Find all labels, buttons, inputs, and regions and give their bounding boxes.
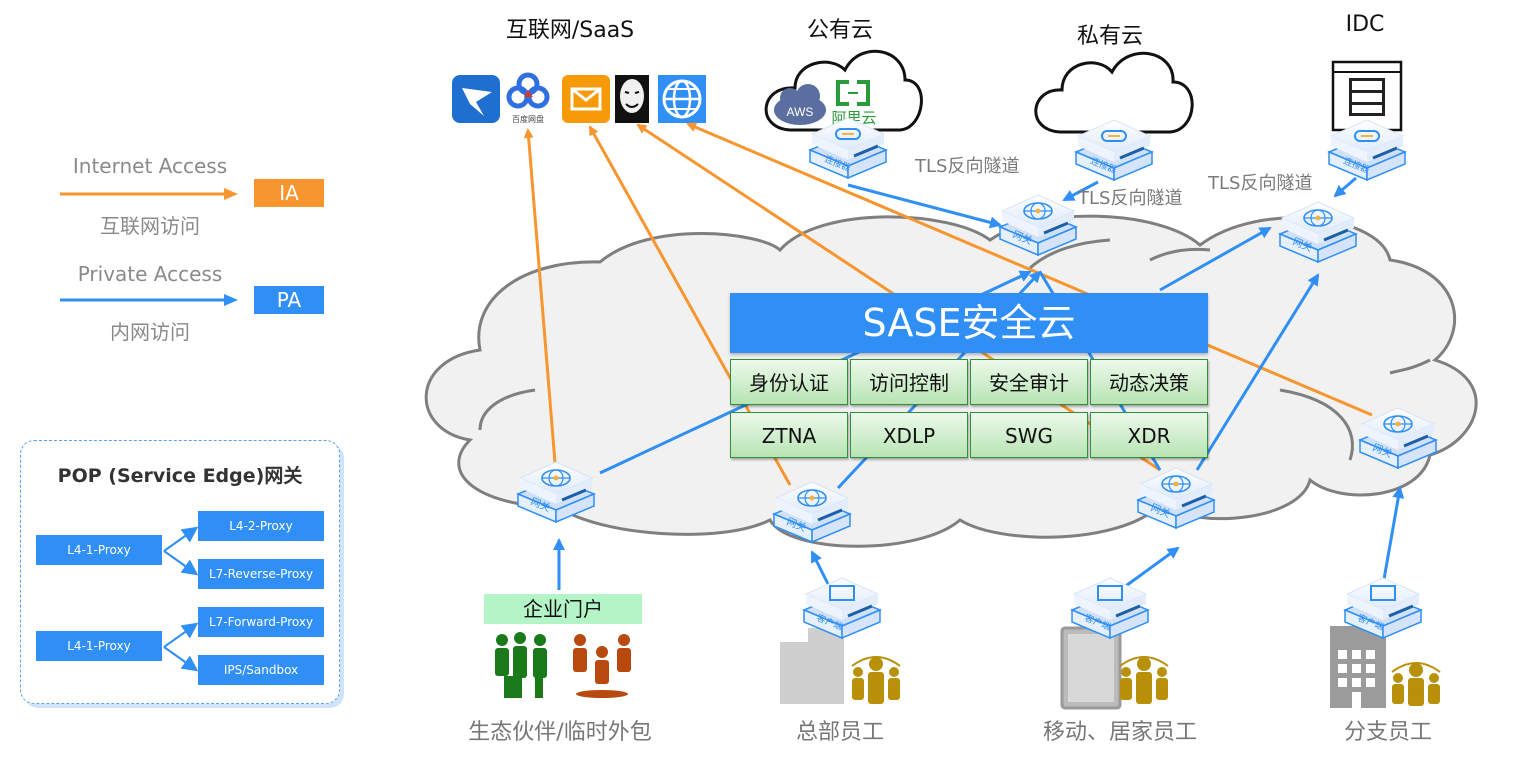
service-cell: XDR [1090, 412, 1208, 458]
dingtalk-icon [452, 75, 500, 123]
baidu-netdisk-icon: 百度网盘 [506, 72, 550, 124]
tablet-icon [1060, 626, 1122, 710]
pa-link [1381, 486, 1405, 586]
user-group-label: 分支员工 [1343, 720, 1432, 745]
hq-building-icon [780, 628, 844, 704]
pa-link [1333, 176, 1357, 198]
branch-staff-icon [1391, 662, 1441, 706]
capability-cell: 安全审计 [970, 359, 1088, 405]
contractor-people-icon [573, 634, 631, 698]
private-cloud-title: 私有云 [1076, 24, 1143, 49]
user-group-label: 移动、居家员工 [1042, 720, 1197, 745]
enterprise-portal-label: 企业门户 [484, 594, 642, 624]
aliyun-logo: 阿里云 [831, 78, 877, 127]
user-group-label: 总部员工 [795, 720, 884, 745]
capability-cell: 身份认证 [730, 359, 848, 405]
tls-tunnel-label: TLS反向隧道 [915, 156, 1020, 177]
mail-icon [562, 75, 610, 123]
partner-people-icon [495, 632, 547, 698]
public-cloud-title: 公有云 [806, 18, 873, 43]
baidu-caption: 百度网盘 [512, 114, 544, 124]
globe-icon [658, 75, 706, 123]
tls-tunnel-label: TLS反向隧道 [1078, 188, 1183, 209]
saas-title: 互联网/SaaS [505, 18, 635, 43]
idc-title: IDC [1345, 12, 1385, 37]
mobile-staff-icon [1119, 656, 1169, 704]
capability-cell: 访问控制 [850, 359, 968, 405]
hq-staff-icon [851, 656, 901, 704]
sase-cloud-title: SASE安全云 [730, 293, 1208, 353]
capability-cell: 动态决策 [1090, 359, 1208, 405]
tls-tunnel-label: TLS反向隧道 [1208, 173, 1313, 194]
service-cell: SWG [970, 412, 1088, 458]
service-cell: ZTNA [730, 412, 848, 458]
pa-link [810, 550, 832, 589]
pa-link [1122, 546, 1180, 590]
svg-text:AWS: AWS [787, 105, 814, 119]
service-cell: XDLP [850, 412, 968, 458]
branch-building-icon [1330, 626, 1386, 708]
anonymous-mask-icon [615, 75, 649, 123]
user-group-label: 生态伙伴/临时外包 [468, 720, 652, 745]
